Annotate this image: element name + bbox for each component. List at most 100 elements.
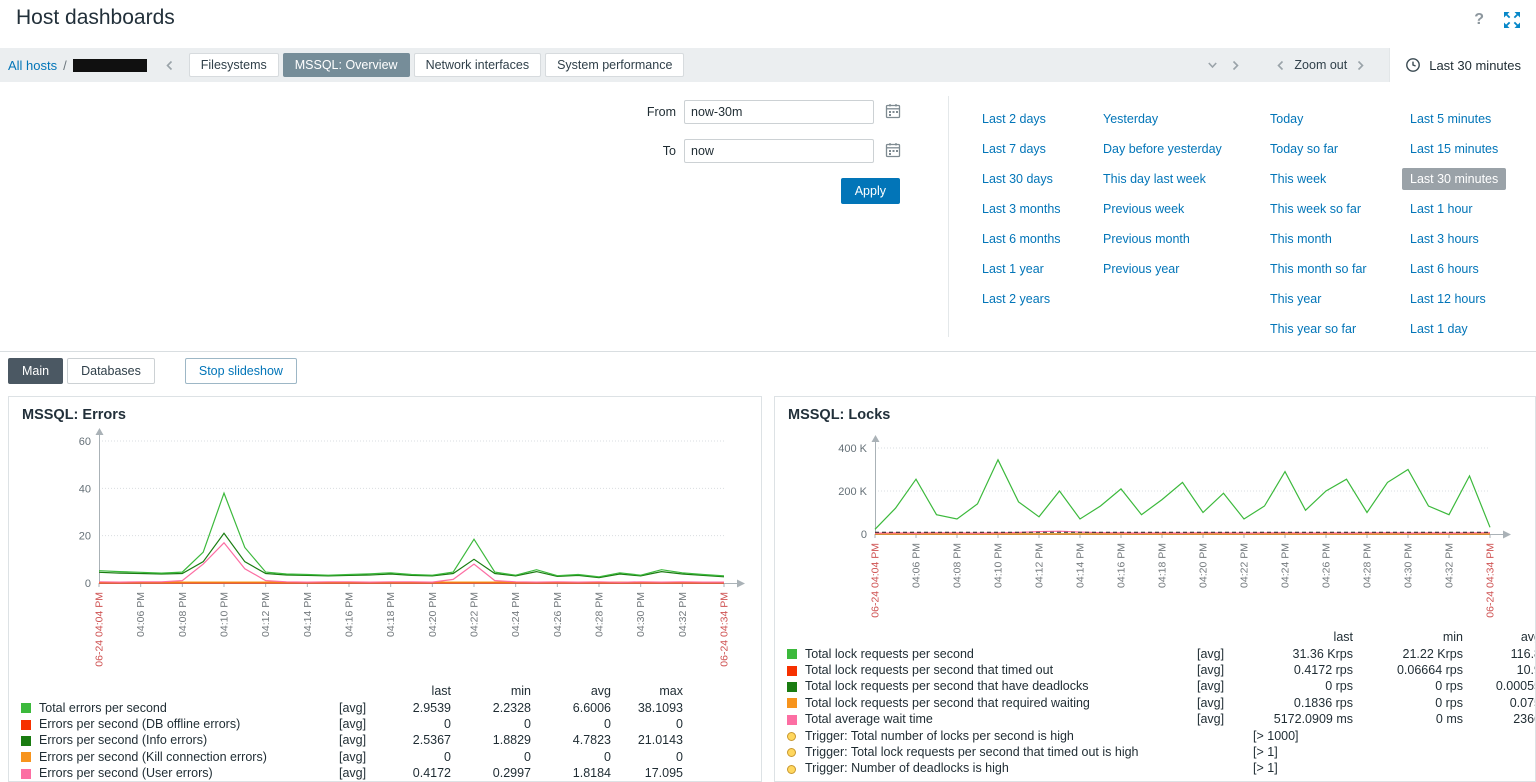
- all-hosts-link[interactable]: All hosts: [8, 58, 57, 73]
- quick-range-link[interactable]: Last 2 days: [982, 112, 1046, 126]
- svg-text:04:26 PM: 04:26 PM: [1321, 543, 1333, 588]
- time-range-tab[interactable]: Last 30 minutes: [1389, 48, 1536, 82]
- time-range-label: Last 30 minutes: [1429, 58, 1521, 73]
- quick-range-link[interactable]: Previous week: [1103, 202, 1184, 216]
- legend-color-swatch: [21, 769, 31, 779]
- quick-range-link[interactable]: Last 6 hours: [1410, 262, 1479, 276]
- legend-row: Total errors per second[avg]2.95392.2328…: [21, 699, 762, 715]
- legend-header-cell: max: [611, 684, 683, 698]
- legend-value: 0: [531, 750, 611, 764]
- trigger-label: Trigger: Total lock requests per second …: [805, 745, 1253, 759]
- quick-range-link[interactable]: Last 6 months: [982, 232, 1061, 246]
- quick-range-column: Last 2 days Last 7 days Last 30 days Last 3…: [982, 104, 1103, 344]
- tab-scroll-right-icon[interactable]: [1224, 60, 1246, 71]
- svg-text:04:32 PM: 04:32 PM: [677, 592, 689, 637]
- graph-svg-0[interactable]: 020406006-24 04:04 PM04:06 PM04:08 PM04:…: [9, 425, 761, 683]
- legend-label: Total lock requests per second that time…: [805, 663, 1197, 677]
- legend-color-swatch: [787, 682, 797, 692]
- quick-range-link[interactable]: Last 1 day: [1410, 322, 1468, 336]
- legend-value: 0: [611, 750, 683, 764]
- chart-title: MSSQL: Locks: [788, 407, 890, 423]
- time-forward-icon[interactable]: [1349, 60, 1371, 71]
- nav-tab[interactable]: System performance: [545, 53, 684, 77]
- legend-value: 0 rps: [1243, 679, 1353, 693]
- apply-button[interactable]: Apply: [841, 178, 900, 204]
- quick-range-link[interactable]: Today: [1270, 112, 1303, 126]
- legend-function: [avg]: [339, 750, 387, 764]
- quick-range-link[interactable]: Day before yesterday: [1103, 142, 1222, 156]
- tab-list-dropdown-icon[interactable]: [1201, 60, 1224, 70]
- trigger-label: Trigger: Total number of locks per secon…: [805, 729, 1253, 743]
- svg-text:06-24 04:04 PM: 06-24 04:04 PM: [870, 543, 882, 618]
- trigger-label: Trigger: Number of deadlocks is high: [805, 761, 1253, 775]
- zoom-out-button[interactable]: Zoom out: [1294, 58, 1347, 72]
- quick-range-link[interactable]: Last 1 year: [982, 262, 1044, 276]
- legend-value: 0.2997: [451, 766, 531, 780]
- quick-range-link[interactable]: Last 30 minutes: [1402, 168, 1506, 190]
- quick-range-link[interactable]: Last 2 years: [982, 292, 1050, 306]
- quick-range-link[interactable]: Last 1 hour: [1410, 202, 1473, 216]
- legend-header: lastminavgmax: [21, 683, 762, 699]
- quick-range-link[interactable]: Last 15 minutes: [1410, 142, 1498, 156]
- legend-row: Total average wait time[avg]5172.0909 ms…: [787, 711, 1536, 727]
- legend-color-swatch: [21, 752, 31, 762]
- graph-svg-1[interactable]: 0200 K400 K06-24 04:04 PM04:06 PM04:08 P…: [775, 425, 1535, 629]
- legend-value: 5172.0909 ms: [1243, 712, 1353, 726]
- svg-text:04:06 PM: 04:06 PM: [911, 543, 923, 588]
- quick-ranges: Last 2 days Last 7 days Last 30 days Last 3…: [982, 104, 1532, 344]
- quick-range-link[interactable]: This year so far: [1270, 322, 1356, 336]
- chart-title: MSSQL: Errors: [22, 407, 126, 423]
- nav-tab[interactable]: Filesystems: [189, 53, 279, 77]
- quick-range-link[interactable]: This week: [1270, 172, 1326, 186]
- quick-range-link[interactable]: Last 3 months: [982, 202, 1061, 216]
- legend-0: lastminavgmaxTotal errors per second[avg…: [21, 683, 762, 781]
- svg-text:04:16 PM: 04:16 PM: [344, 592, 356, 637]
- quick-range-link[interactable]: This year: [1270, 292, 1321, 306]
- legend-function: [avg]: [339, 717, 387, 731]
- legend-value: 2.5367: [387, 733, 451, 747]
- quick-range-link[interactable]: This week so far: [1270, 202, 1361, 216]
- dashboard-tab[interactable]: Main: [8, 358, 63, 384]
- chart-panel: MSSQL: Errors 020406006-24 04:04 PM04:06…: [8, 396, 762, 782]
- quick-range-link[interactable]: Yesterday: [1103, 112, 1158, 126]
- quick-range-link[interactable]: This day last week: [1103, 172, 1206, 186]
- legend-color-swatch: [787, 715, 797, 725]
- quick-range-link[interactable]: Previous year: [1103, 262, 1179, 276]
- time-back-icon[interactable]: [1270, 60, 1292, 71]
- dashboard-tabs: MainDatabases: [8, 358, 155, 384]
- svg-text:04:30 PM: 04:30 PM: [635, 592, 647, 637]
- legend-label: Errors per second (Kill connection error…: [39, 750, 339, 764]
- host-name-redacted[interactable]: [73, 59, 147, 72]
- tab-scroll-left-icon[interactable]: [159, 60, 181, 71]
- quick-range-link[interactable]: Last 3 hours: [1410, 232, 1479, 246]
- legend-label: Errors per second (DB offline errors): [39, 717, 339, 731]
- quick-range-link[interactable]: Previous month: [1103, 232, 1190, 246]
- svg-text:04:06 PM: 04:06 PM: [135, 592, 147, 637]
- quick-range-link[interactable]: Last 5 minutes: [1410, 112, 1491, 126]
- nav-tab[interactable]: MSSQL: Overview: [283, 53, 410, 77]
- legend-value: 0: [451, 750, 531, 764]
- to-calendar-button[interactable]: [882, 141, 904, 161]
- kiosk-mode-icon[interactable]: [1502, 10, 1522, 30]
- legend-value: 0: [531, 717, 611, 731]
- from-input[interactable]: [684, 100, 874, 124]
- svg-text:04:20 PM: 04:20 PM: [427, 592, 439, 637]
- trigger-marker-icon: [787, 748, 796, 757]
- quick-range-link[interactable]: Today so far: [1270, 142, 1338, 156]
- help-icon[interactable]: ?: [1474, 11, 1484, 29]
- from-calendar-button[interactable]: [882, 102, 904, 122]
- legend-label: Total average wait time: [805, 712, 1197, 726]
- to-input[interactable]: [684, 139, 874, 163]
- dashboard-tab[interactable]: Databases: [67, 358, 155, 384]
- quick-range-link[interactable]: Last 30 days: [982, 172, 1053, 186]
- nav-tab[interactable]: Network interfaces: [414, 53, 542, 77]
- quick-range-link[interactable]: This month: [1270, 232, 1332, 246]
- svg-text:04:24 PM: 04:24 PM: [1280, 543, 1292, 588]
- quick-range-link[interactable]: Last 7 days: [982, 142, 1046, 156]
- dashboard-tabs-bar: MainDatabases Stop slideshow: [0, 352, 1536, 390]
- quick-range-link[interactable]: Last 12 hours: [1410, 292, 1486, 306]
- quick-range-link[interactable]: This month so far: [1270, 262, 1367, 276]
- legend-row: Errors per second (User errors)[avg]0.41…: [21, 765, 762, 781]
- legend-value: 38.1093: [611, 701, 683, 715]
- stop-slideshow-button[interactable]: Stop slideshow: [185, 358, 297, 384]
